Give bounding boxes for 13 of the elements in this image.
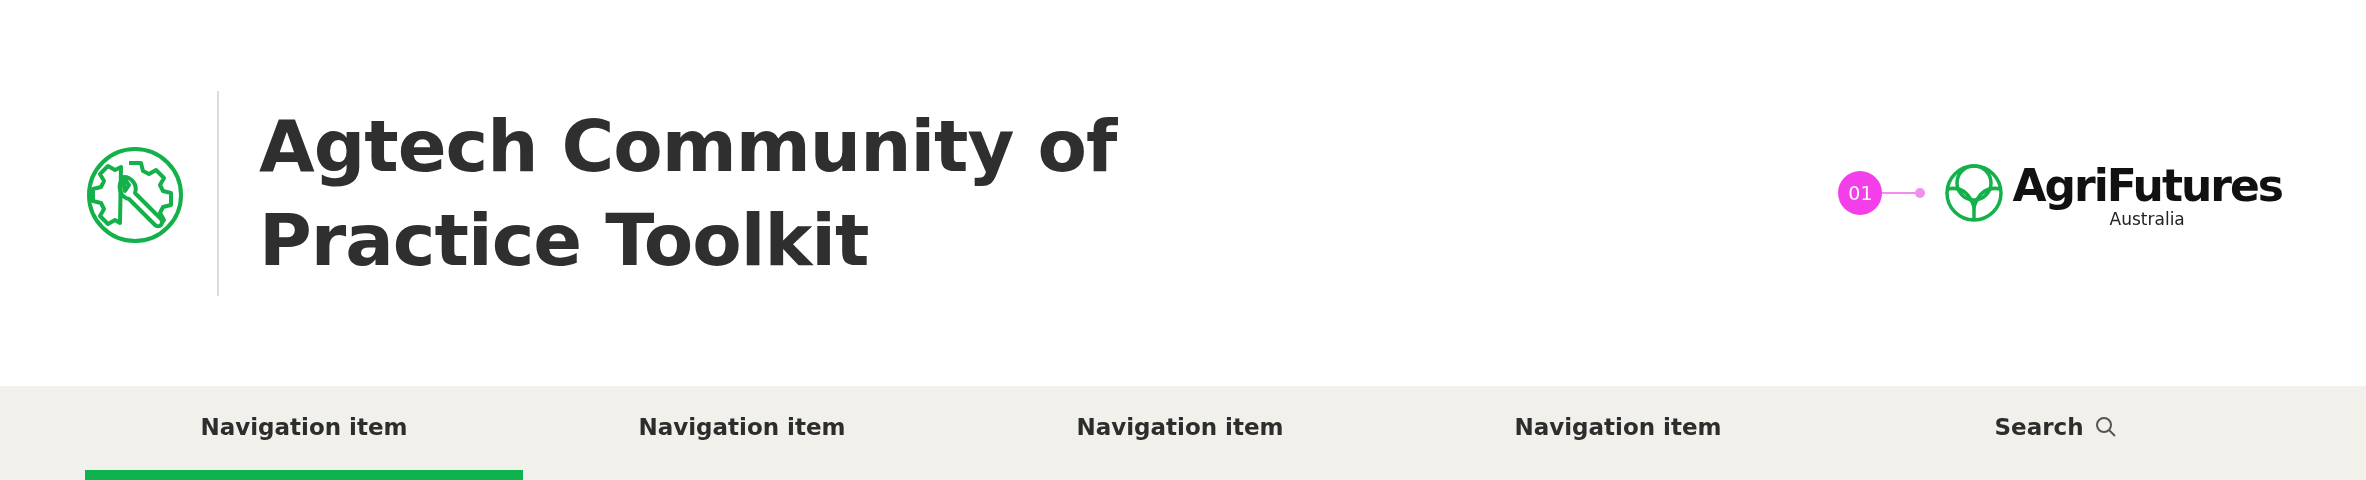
search-button[interactable]: Search <box>1837 396 2275 480</box>
brand-name: AgriFutures <box>2012 163 2282 209</box>
nav-tab[interactable]: Navigation item <box>961 396 1399 480</box>
brand-logo-icon <box>1944 163 2005 223</box>
brand-subtitle: Australia <box>2109 209 2185 229</box>
leader-line <box>1882 187 1927 199</box>
nav-tab[interactable]: Navigation item <box>85 396 523 480</box>
annotation-marker: 01 <box>1838 171 1883 215</box>
gear-wrench-icon <box>85 145 185 245</box>
nav-tab[interactable]: Navigation item <box>523 396 961 480</box>
search-icon <box>2093 415 2118 439</box>
page-title: Agtech Community of Practice Toolkit <box>259 103 1117 284</box>
nav-tab[interactable]: Navigation item <box>1399 396 1837 480</box>
